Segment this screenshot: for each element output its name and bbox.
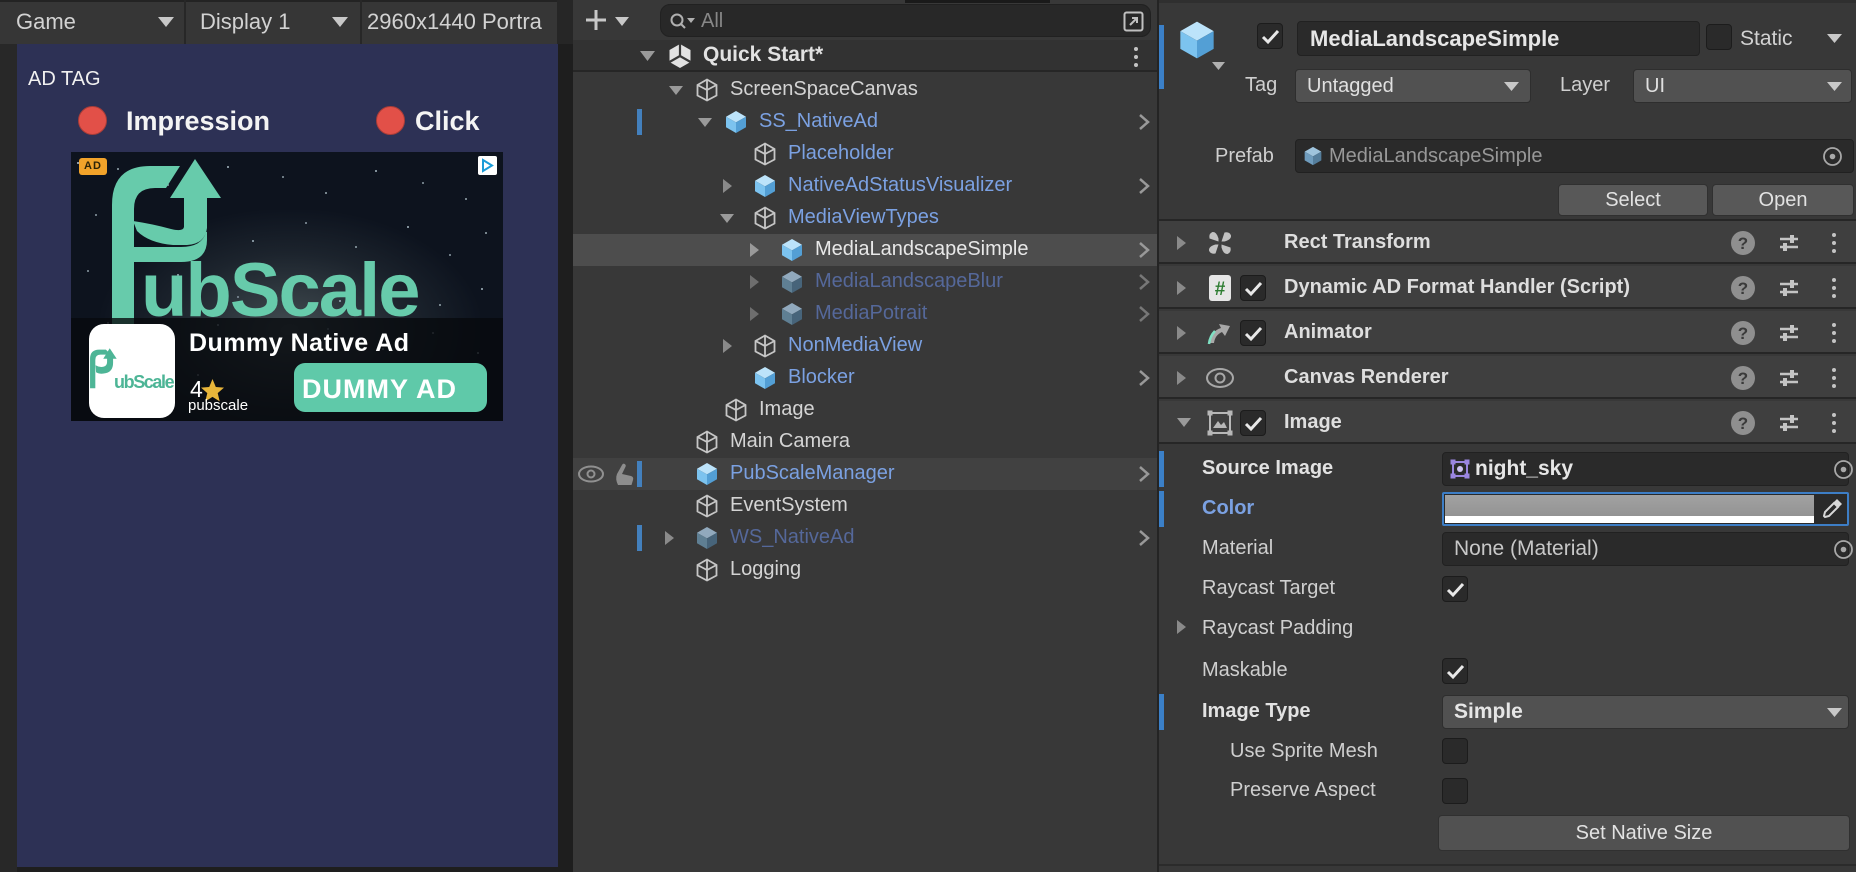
svg-text:?: ? — [1738, 369, 1748, 388]
svg-text:#: # — [1215, 279, 1226, 300]
svg-text:ubScale: ubScale — [114, 372, 175, 392]
svg-text:?: ? — [1738, 414, 1748, 433]
svg-text:?: ? — [1738, 324, 1748, 343]
svg-text:?: ? — [1738, 279, 1748, 298]
svg-text:?: ? — [1738, 234, 1748, 253]
